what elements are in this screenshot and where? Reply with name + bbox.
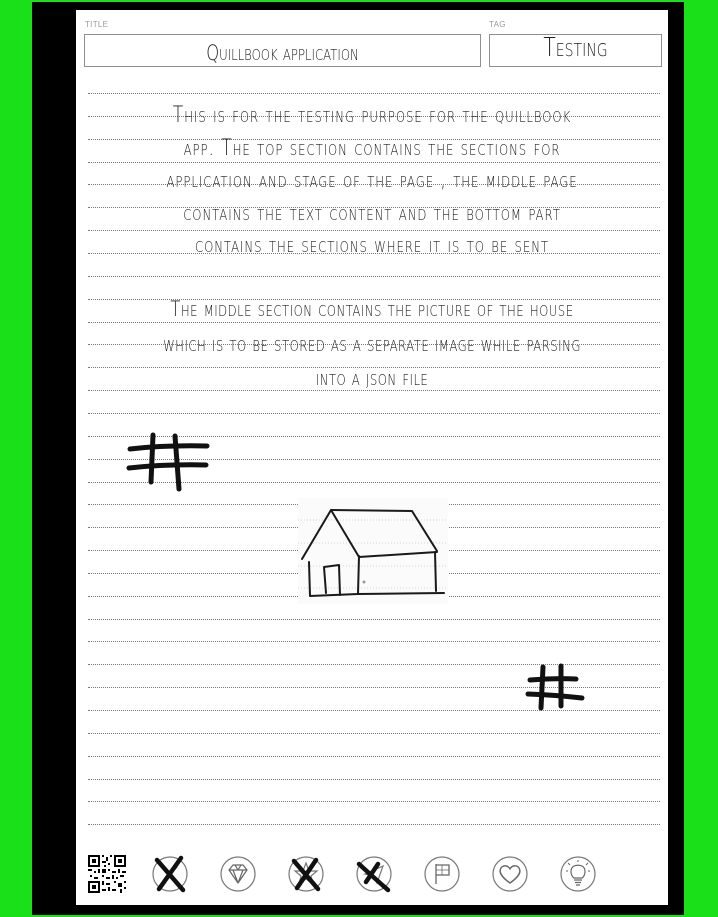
- qr-code-icon[interactable]: [87, 854, 127, 894]
- paragraph-1-line: contains the sections where it is to be …: [194, 233, 550, 258]
- title-label: TITLE: [85, 20, 109, 29]
- paragraph-1-line: application and stage of the page , the …: [166, 168, 578, 193]
- ruled-line: [88, 755, 660, 757]
- ruled-line: [88, 801, 660, 803]
- heart-icon[interactable]: [490, 854, 530, 894]
- paragraph-1[interactable]: This is for the testing purpose for the …: [76, 100, 668, 263]
- frame-left-margin: [32, 2, 76, 915]
- hashtag-sketch[interactable]: [126, 430, 212, 494]
- ruled-line: [88, 778, 660, 780]
- ruled-line: [88, 275, 660, 277]
- ruled-line: [88, 412, 660, 414]
- tag-field[interactable]: Testing: [489, 33, 662, 67]
- star-icon[interactable]: [286, 854, 326, 894]
- title-field[interactable]: Quillbook application: [84, 34, 481, 67]
- frame-left-border: [2, 2, 32, 915]
- hashtag-sketch[interactable]: [524, 662, 586, 714]
- notebook-page: TITLE Quillbook application TAG Testing …: [76, 10, 668, 905]
- page-footer: [76, 848, 668, 905]
- paragraph-2[interactable]: The middle section contains the picture …: [76, 292, 668, 396]
- ruled-line: [88, 618, 660, 620]
- house-sketch[interactable]: [298, 498, 448, 604]
- send-icon[interactable]: [354, 854, 394, 894]
- tag-value: Testing: [543, 33, 608, 63]
- ruled-line: [88, 824, 660, 826]
- ruled-line: [88, 641, 660, 643]
- paragraph-1-line: This is for the testing purpose for the …: [172, 103, 572, 128]
- tag-label: TAG: [489, 20, 506, 29]
- paragraph-2-line: into a json file: [315, 366, 429, 390]
- paragraph-2-line: which is to be stored as a separate imag…: [163, 331, 581, 356]
- ruled-line: [88, 732, 660, 734]
- paragraph-1-line: app. The top section contains the sectio…: [183, 135, 561, 161]
- paragraph-2-line: The middle section contains the picture …: [170, 297, 574, 321]
- frame-right-border: [684, 2, 716, 915]
- x-icon[interactable]: [150, 854, 190, 894]
- frame-right-margin: [668, 2, 684, 915]
- flag-icon[interactable]: [422, 854, 462, 894]
- ruled-line: [88, 93, 660, 94]
- paragraph-1-line: contains the text content and the bottom…: [183, 200, 561, 226]
- lightbulb-icon[interactable]: [558, 854, 598, 894]
- diamond-icon[interactable]: [218, 854, 258, 894]
- title-value: Quillbook application: [206, 41, 359, 65]
